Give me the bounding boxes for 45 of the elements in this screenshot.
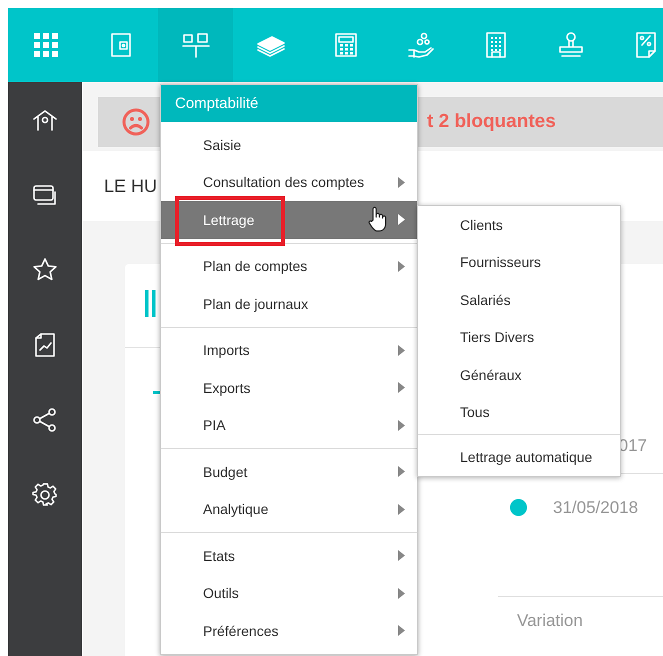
- menu-item[interactable]: Saisie: [161, 126, 417, 164]
- chart-document-icon[interactable]: [34, 332, 56, 358]
- settings-icon[interactable]: [32, 482, 58, 508]
- share-icon[interactable]: [32, 406, 58, 432]
- toolbar-button[interactable]: [158, 8, 233, 82]
- submenu-item[interactable]: Lettrage automatique: [418, 438, 620, 476]
- submenu-item[interactable]: Tous: [418, 394, 620, 431]
- bars-icon: [145, 290, 156, 317]
- menu-item[interactable]: Préférences: [161, 612, 417, 650]
- submenu-item[interactable]: Tiers Divers: [418, 318, 620, 356]
- squares-tree-icon: [182, 32, 210, 58]
- percent-document-icon: [634, 31, 658, 59]
- menu-item[interactable]: PIA: [161, 406, 417, 444]
- home-icon[interactable]: [32, 108, 58, 132]
- windows-icon[interactable]: [32, 184, 58, 206]
- menu-item[interactable]: Plan de journaux: [161, 285, 417, 322]
- cash-stack-icon: [256, 33, 286, 57]
- menu-item[interactable]: Imports: [161, 332, 417, 369]
- sad-face-icon: [122, 108, 150, 136]
- submenu-item[interactable]: Fournisseurs: [418, 244, 620, 281]
- menu-item[interactable]: Analytique: [161, 490, 417, 528]
- calculator-icon: [334, 32, 358, 58]
- alert-text: t 2 bloquantes: [427, 111, 556, 133]
- star-icon[interactable]: [32, 256, 58, 282]
- page-title: LE HU: [104, 176, 158, 196]
- menu-item[interactable]: Consultation des comptes: [161, 164, 417, 201]
- submenu-item[interactable]: Clients: [418, 206, 620, 244]
- menu-item[interactable]: Lettrage: [161, 201, 417, 238]
- stamp-icon: [556, 31, 584, 59]
- menu-item[interactable]: Etats: [161, 537, 417, 574]
- menu-item[interactable]: Outils: [161, 574, 417, 612]
- apps-grid-icon: [32, 32, 58, 58]
- variation-label: Variation: [517, 611, 583, 630]
- submenu-item[interactable]: Salariés: [418, 281, 620, 318]
- date-text: 31/05/2018: [553, 498, 638, 518]
- timeline-dot: [510, 499, 527, 516]
- hand-cursor-icon: [368, 206, 388, 232]
- building-icon: [484, 31, 508, 59]
- menu-item[interactable]: Budget: [161, 453, 417, 490]
- menu-item[interactable]: Plan de comptes: [161, 248, 417, 285]
- submenu-item[interactable]: Généraux: [418, 356, 620, 394]
- wallet-icon: [110, 32, 132, 58]
- hand-coins-icon: [406, 31, 434, 59]
- menu-item[interactable]: Exports: [161, 369, 417, 406]
- menu-header: Comptabilité: [161, 85, 417, 122]
